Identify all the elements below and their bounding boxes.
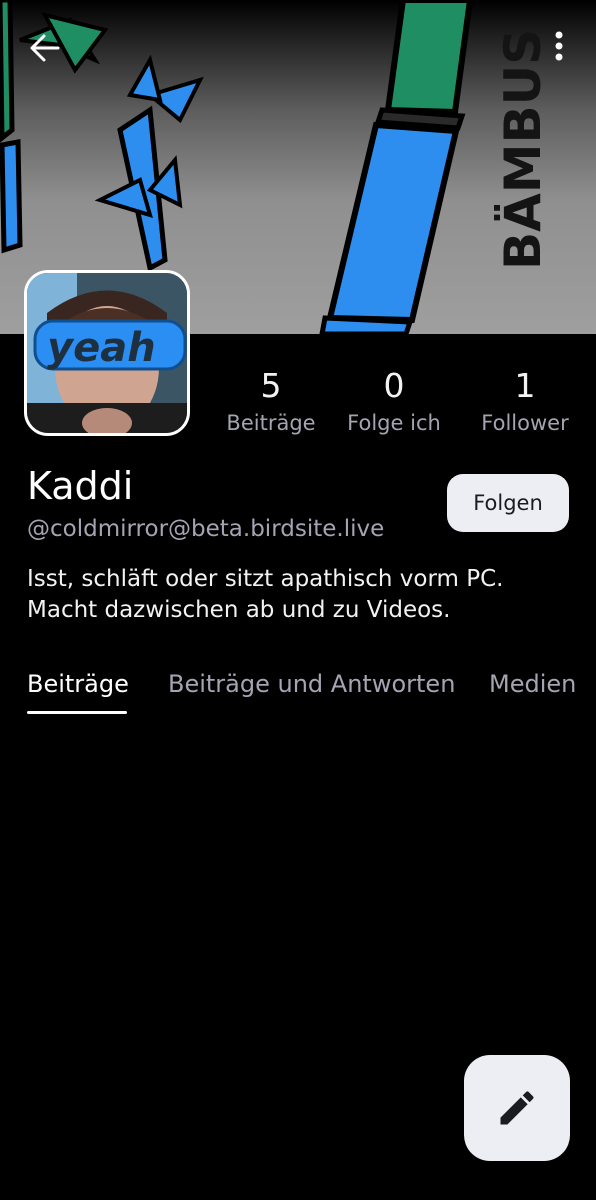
stat-following-label: Folge ich	[347, 411, 441, 435]
stat-followers[interactable]: 1 Follower	[460, 366, 590, 438]
active-tab-indicator	[27, 711, 127, 714]
stat-posts[interactable]: 5 Beiträge	[206, 366, 336, 438]
tab-posts[interactable]: Beiträge	[27, 667, 129, 701]
arrow-left-icon	[30, 34, 60, 62]
more-options-button[interactable]	[545, 28, 573, 68]
account-handle: @coldmirror@beta.birdsite.live	[27, 516, 385, 542]
stat-posts-label: Beiträge	[226, 411, 316, 435]
pencil-icon	[500, 1091, 534, 1125]
stat-following[interactable]: 0 Folge ich	[329, 366, 459, 438]
tab-posts-and-replies[interactable]: Beiträge und Antworten	[168, 667, 455, 701]
stat-followers-value: 1	[514, 366, 536, 405]
avatar-glasses-text: yeah	[47, 325, 156, 371]
follow-button[interactable]: Folgen	[447, 474, 569, 532]
stat-following-value: 0	[383, 366, 405, 405]
back-button[interactable]	[24, 26, 68, 70]
more-vertical-icon	[555, 31, 563, 61]
stat-followers-label: Follower	[481, 411, 569, 435]
stat-posts-value: 5	[260, 366, 282, 405]
avatar[interactable]: yeah	[24, 270, 190, 436]
banner-lettering: BÄMBUS	[494, 29, 552, 270]
display-name: Kaddi	[27, 464, 134, 508]
profile-bio: Isst, schläft oder sitzt apathisch vorm …	[27, 566, 504, 623]
compose-button[interactable]	[464, 1055, 570, 1161]
tab-media[interactable]: Medien	[489, 667, 576, 701]
